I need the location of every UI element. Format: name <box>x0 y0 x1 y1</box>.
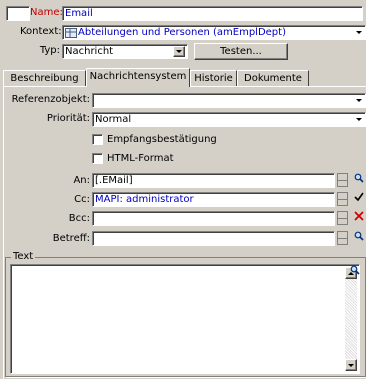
typ-value: Nachricht <box>65 46 114 57</box>
tab-historie-label: Historie <box>194 73 233 84</box>
name-value: Email <box>65 8 93 19</box>
test-button[interactable]: Testen... <box>194 43 288 60</box>
tab-nachrichtensystem-label: Nachrichtensystem <box>89 71 187 82</box>
tab-beschreibung[interactable]: Beschreibung <box>3 70 86 86</box>
typ-label: Typ: <box>39 45 60 56</box>
tab-dokumente[interactable]: Dokumente <box>237 70 309 86</box>
tab-panel <box>3 86 366 379</box>
kontext-value: Abteilungen und Personen (amEmplDept) <box>78 27 286 38</box>
tab-nachrichtensystem[interactable]: Nachrichtensystem <box>86 68 190 87</box>
kontext-combobox[interactable]: Abteilungen und Personen (amEmplDept) <box>62 25 366 40</box>
typ-dropdown-icon[interactable] <box>173 46 185 57</box>
kontext-label: Kontext: <box>20 26 62 37</box>
tab-beschreibung-label: Beschreibung <box>10 73 79 84</box>
name-label: Name: <box>30 7 63 18</box>
table-icon <box>65 28 77 38</box>
test-button-label: Testen... <box>220 46 262 57</box>
kontext-dropdown-icon[interactable] <box>353 27 364 38</box>
typ-select[interactable]: Nachricht <box>62 44 188 59</box>
tab-historie[interactable]: Historie <box>190 70 237 86</box>
record-indicator <box>6 6 30 21</box>
tab-dokumente-label: Dokumente <box>244 73 302 84</box>
name-field[interactable]: Email <box>62 6 363 21</box>
